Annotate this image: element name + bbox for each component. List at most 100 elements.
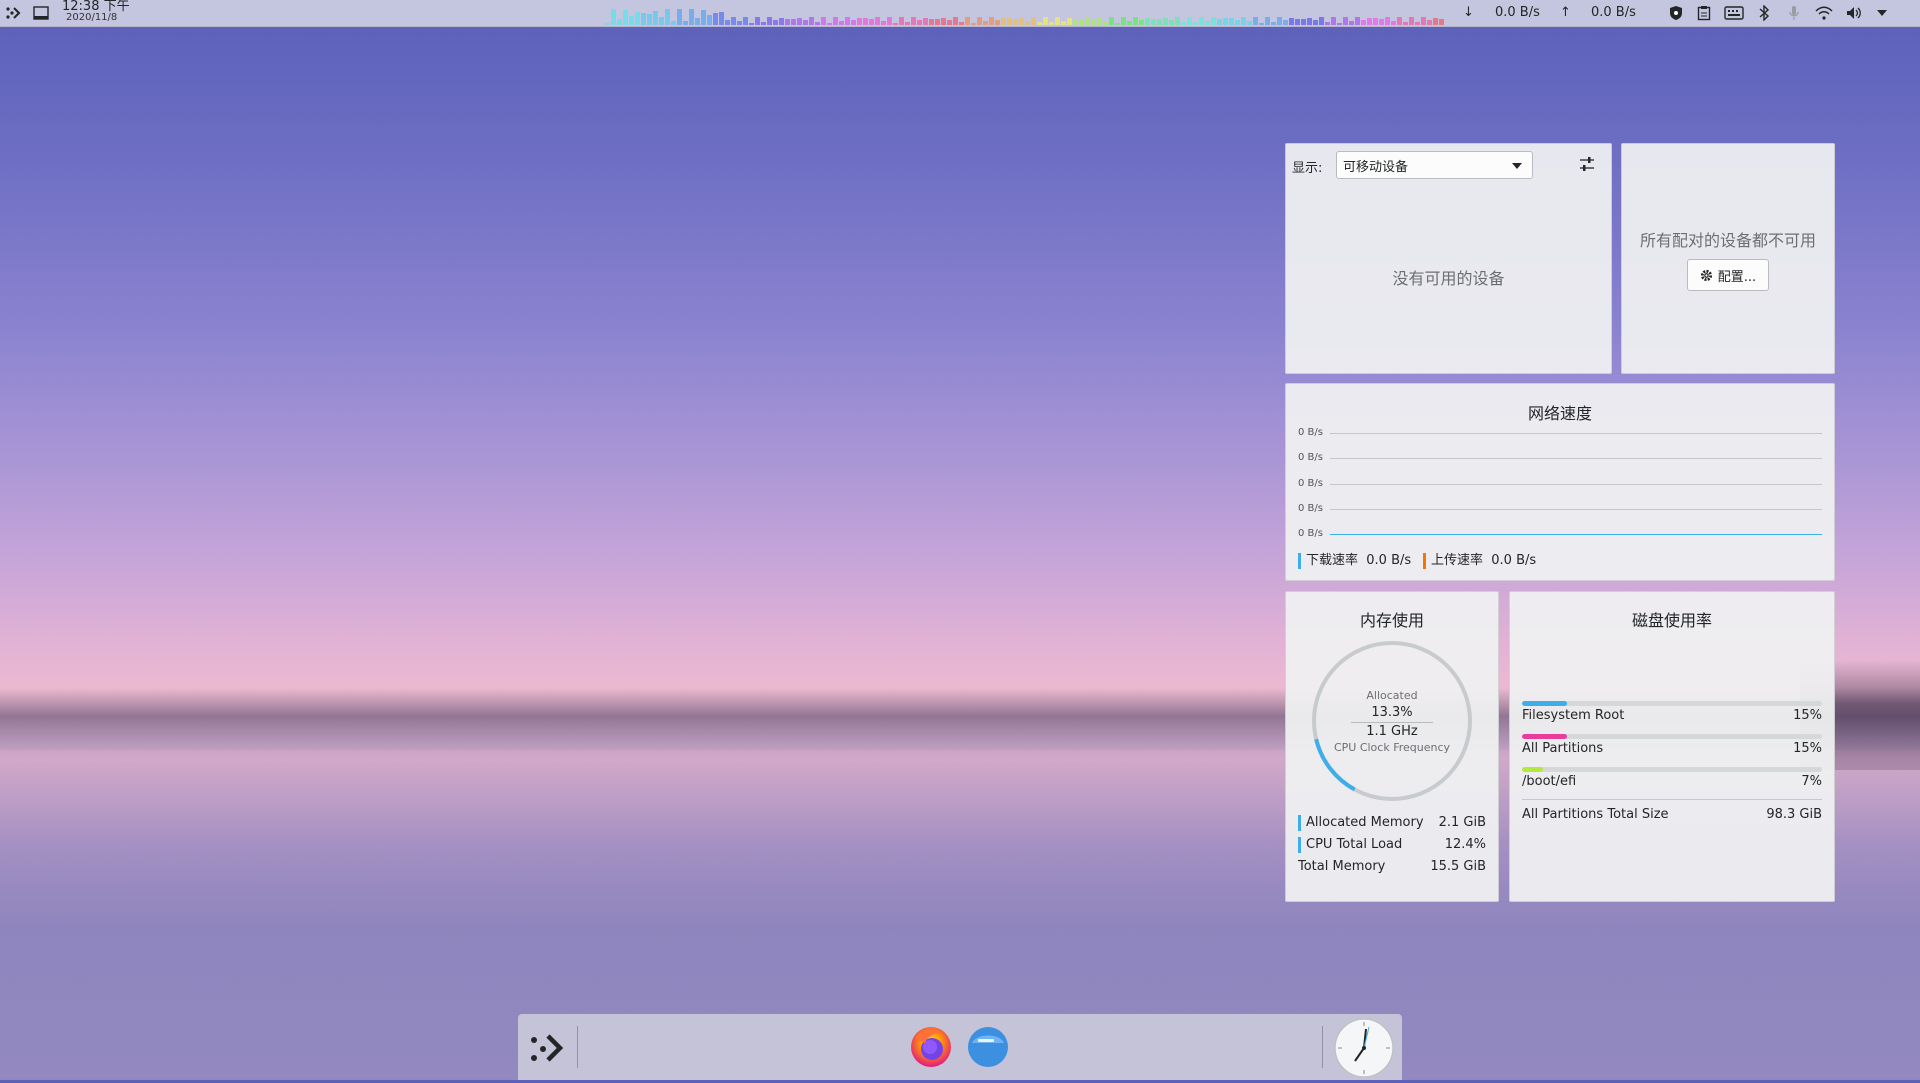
kdeconnect-shield-icon[interactable] <box>1665 0 1687 26</box>
cpu-graph-bar <box>863 18 868 25</box>
clock-date: 2020/11/8 <box>66 12 118 23</box>
cpu-graph-bar <box>923 17 928 25</box>
cpu-graph-bar <box>971 22 976 25</box>
app-launcher-icon[interactable] <box>528 1030 566 1070</box>
cpu-graph-bar <box>773 20 778 25</box>
cpu-graph-bar <box>839 20 844 25</box>
cpu-graph-bar <box>719 11 724 25</box>
row-color-swatch <box>1298 815 1301 831</box>
disk-value: 15% <box>1793 741 1822 756</box>
cpu-graph-bar <box>1043 16 1048 25</box>
cpu-graph-bar <box>707 14 712 25</box>
cpu-graph-bar <box>1439 19 1444 25</box>
show-desktop-icon[interactable] <box>30 0 52 26</box>
settings-sliders-icon[interactable] <box>1577 154 1597 178</box>
cpu-graph-bar <box>1283 20 1288 25</box>
cpu-graph-bar <box>1013 19 1018 25</box>
memory-row: Allocated Memory 2.1 GiB <box>1298 815 1486 831</box>
axis-label: 0 B/s <box>1298 427 1323 438</box>
axis-label: 0 B/s <box>1298 503 1323 514</box>
cpu-graph-bar <box>1325 21 1330 25</box>
gauge-bottom-label: CPU Clock Frequency <box>1333 741 1451 754</box>
cpu-graph-bar <box>1259 22 1264 25</box>
cpu-graph-bar <box>911 17 916 25</box>
row-value: 12.4% <box>1444 837 1486 852</box>
cpu-graph-bar <box>785 18 790 25</box>
grid-line <box>1330 484 1822 485</box>
cpu-graph-bar <box>1373 18 1378 25</box>
cpu-graph-bar <box>941 17 946 25</box>
cpu-graph-bar <box>1355 17 1360 25</box>
cpu-graph-bar <box>1133 17 1138 25</box>
cpu-graph-bar <box>1061 20 1066 25</box>
cpu-graph-bar <box>1271 21 1276 25</box>
row-color-swatch <box>1298 837 1301 853</box>
cpu-graph-bar <box>1307 17 1312 25</box>
cpu-graph-bar <box>1361 19 1366 25</box>
cpu-graph-bar <box>791 18 796 25</box>
cpu-graph-bar <box>713 12 718 25</box>
cpu-graph-bar <box>689 9 694 25</box>
analog-clock-icon[interactable] <box>1333 1017 1395 1083</box>
volume-icon[interactable] <box>1843 0 1865 26</box>
cpu-graph-bar <box>1019 17 1024 25</box>
devices-unavailable-message: 所有配对的设备都不可用 <box>1639 231 1816 250</box>
cpu-graph-bar <box>1055 16 1060 25</box>
cpu-graph-bar <box>1163 17 1168 25</box>
download-legend: 下载速率 0.0 B/s <box>1298 549 1411 569</box>
disk-usage-widget: 磁盘使用率 Filesystem Root 15% All Partitions… <box>1509 591 1835 902</box>
cpu-graph-bar <box>1049 22 1054 25</box>
file-manager-icon[interactable] <box>966 1025 1010 1073</box>
cpu-graph-bar <box>1433 17 1438 25</box>
cpu-graph-bar <box>1025 20 1030 25</box>
gauge-percent: 13.3% <box>1371 705 1413 720</box>
app-launcher-icon[interactable] <box>2 0 24 26</box>
cpu-graph-bar <box>1115 22 1120 25</box>
cpu-graph-bar <box>1085 18 1090 25</box>
cpu-graph-bar <box>821 16 826 25</box>
clipboard-icon[interactable] <box>1693 0 1715 26</box>
gauge-divider <box>1351 722 1433 723</box>
disk-value: 7% <box>1801 774 1822 789</box>
disk-divider <box>1522 799 1822 800</box>
cpu-graph-bar <box>629 15 634 25</box>
row-value: 15.5 GiB <box>1430 859 1486 874</box>
keyboard-icon[interactable] <box>1722 0 1746 26</box>
cpu-graph-bar <box>959 21 964 25</box>
cpu-graph-bar <box>887 16 892 25</box>
network-speed-widget: 网络速度 0 B/s 0 B/s 0 B/s 0 B/s 0 B/s 下载速率 … <box>1285 383 1835 581</box>
microphone-icon[interactable] <box>1783 0 1805 26</box>
cpu-graph-bar <box>1193 22 1198 25</box>
cpu-graph-bar <box>1007 18 1012 25</box>
cpu-activity-graph <box>605 3 1455 25</box>
gauge-top-label: Allocated <box>1366 689 1418 702</box>
device-filter-select[interactable]: 可移动设备 <box>1336 151 1533 179</box>
cpu-graph-bar <box>1109 16 1114 25</box>
cpu-graph-bar <box>1235 19 1240 25</box>
cpu-graph-bar <box>761 21 766 25</box>
axis-label: 0 B/s <box>1298 528 1323 539</box>
cpu-graph-bar <box>683 21 688 25</box>
cpu-graph-bar <box>1097 17 1102 25</box>
cpu-graph-bar <box>641 12 646 25</box>
memory-gauge <box>1312 641 1472 801</box>
bluetooth-icon[interactable] <box>1753 0 1775 26</box>
cpu-graph-bar <box>1169 20 1174 25</box>
disk-row: All Partitions 15% <box>1522 741 1822 756</box>
wifi-icon[interactable] <box>1812 0 1836 26</box>
cpu-graph-bar <box>1151 18 1156 25</box>
grid-line <box>1330 458 1822 459</box>
cpu-graph-bar <box>1277 17 1282 25</box>
cpu-graph-bar <box>803 20 808 25</box>
row-value: 2.1 GiB <box>1438 815 1486 830</box>
disk-total-row: All Partitions Total Size 98.3 GiB <box>1522 807 1822 822</box>
firefox-icon[interactable] <box>909 1025 953 1073</box>
configure-button[interactable]: 配置... <box>1687 259 1769 291</box>
top-panel: 12:38 下午 2020/11/8 ↓ 0.0 B/s ↑ 0.0 B/s <box>0 0 1920 27</box>
cpu-graph-bar <box>1157 19 1162 25</box>
cpu-graph-bar <box>1175 16 1180 25</box>
network-title: 网络速度 <box>1527 404 1592 423</box>
cpu-graph-bar <box>1091 19 1096 25</box>
expand-arrow-icon[interactable] <box>1872 0 1892 26</box>
cpu-graph-bar <box>1391 20 1396 25</box>
